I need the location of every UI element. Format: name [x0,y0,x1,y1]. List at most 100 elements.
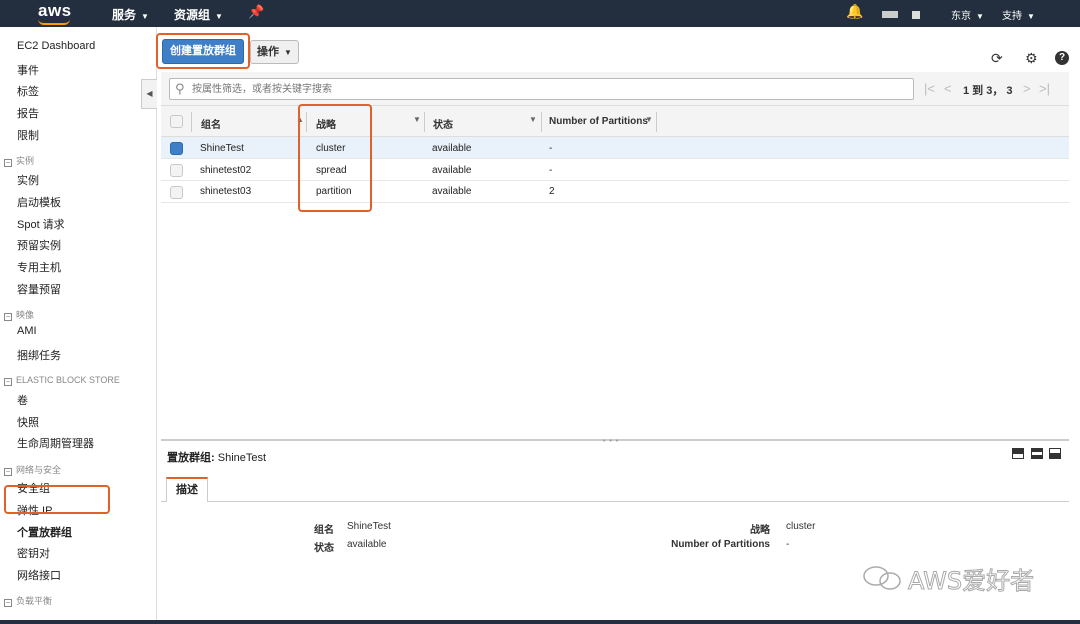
sidebar-item-lifecycle-manager[interactable]: 生命周期管理器 [17,435,94,451]
sidebar-item-events[interactable]: 事件 [17,62,39,78]
column-header-partitions[interactable]: Number of Partitions [549,116,648,127]
sidebar-item-volumes[interactable]: 卷 [17,392,28,408]
cell-partitions: - [549,165,553,176]
top-nav: aws 服务 ▼ 资源组 ▼ 📌 🔔 东京 ▼ 支持 ▼ [0,0,1080,27]
pane-middle-icon[interactable] [1031,448,1043,459]
cell-partitions: 2 [549,186,555,197]
row-checkbox[interactable] [170,142,183,155]
drag-handle-icon[interactable]: • • • [603,438,619,445]
row-checkbox[interactable] [170,164,183,177]
search-input[interactable] [192,82,892,97]
pane-top-icon[interactable] [1012,448,1024,459]
tab-bar [161,501,1069,502]
sidebar-item-limits[interactable]: 限制 [17,127,39,143]
actions-dropdown[interactable]: 操作 ▼ [250,40,299,64]
sidebar-item-bundle-tasks[interactable]: 捆绑任务 [17,347,61,363]
sidebar-item-network-interfaces[interactable]: 网络接口 [17,567,61,583]
aws-logo-smile [38,19,70,25]
column-separator [656,112,657,132]
sidebar-section-images[interactable]: − 映像 [4,308,34,321]
detail-name-label: 组名 [314,525,334,536]
sidebar-item-reports[interactable]: 报告 [17,105,39,121]
first-page-icon[interactable]: |< [924,81,935,96]
sidebar-item-tags[interactable]: 标签 [17,83,39,99]
highlight-box-strategy-column [298,104,372,212]
gear-icon[interactable]: ⚙ [1025,50,1038,67]
chevron-down-icon: ▼ [976,12,984,21]
create-placement-group-button[interactable]: 创建置放群组 [162,39,244,64]
region-menu[interactable]: 东京 ▼ [951,7,984,22]
detail-partitions-value: - [786,539,790,550]
sidebar-collapse-button[interactable]: ◀ [141,79,157,109]
chevron-down-icon: ▼ [1027,12,1035,21]
row-checkbox[interactable] [170,186,183,199]
column-header-name[interactable]: 组名 [201,116,221,131]
detail-title: 置放群组: ShineTest [167,452,267,464]
prev-page-icon[interactable]: < [944,81,952,96]
next-page-icon[interactable]: > [1023,81,1031,96]
services-menu[interactable]: 服务 ▼ [112,6,149,23]
sort-icon[interactable]: ▼ [529,115,537,124]
detail-name-value: ShineTest [347,521,391,532]
sidebar-item-ami[interactable]: AMI [17,325,37,337]
cell-state: available [432,143,472,154]
detail-strategy-label: 战略 [750,525,770,536]
detail-state-value: available [347,539,387,550]
sidebar-item-reserved-instances[interactable]: 预留实例 [17,237,61,253]
sidebar-item-dedicated-hosts[interactable]: 专用主机 [17,259,61,275]
last-page-icon[interactable]: >| [1039,81,1050,96]
sidebar-item-placement-groups[interactable]: 个置放群组 [17,524,72,540]
column-separator [541,112,542,132]
cell-partitions: - [549,143,553,154]
sidebar-section-load-balancing[interactable]: − 负载平衡 [4,594,52,607]
highlight-box-placement-groups [4,485,110,514]
chevron-down-icon: ▼ [284,48,292,57]
pane-bottom-icon[interactable] [1049,448,1061,459]
sidebar-item-snapshots[interactable]: 快照 [17,414,39,430]
support-menu[interactable]: 支持 ▼ [1002,7,1035,22]
search-field[interactable]: ⚲ [169,78,914,100]
collapse-icon: − [4,467,12,476]
sort-icon[interactable]: ▼ [413,115,421,124]
sidebar-item-instances[interactable]: 实例 [17,172,39,188]
column-separator [424,112,425,132]
bottom-strip [0,620,1080,624]
search-icon: ⚲ [175,81,185,96]
cell-state: available [432,165,472,176]
detail-partitions-label: Number of Partitions [671,539,770,550]
bell-icon[interactable]: 🔔 [846,3,863,20]
column-header-state[interactable]: 状态 [433,116,453,131]
resource-groups-menu[interactable]: 资源组 ▼ [174,6,223,23]
select-all-checkbox[interactable] [170,115,183,128]
sort-icon[interactable]: ▼ [645,115,653,124]
cell-name: shinetest02 [200,165,252,176]
column-separator [191,112,192,132]
chevron-left-icon: ◀ [146,89,153,98]
account-name-redacted[interactable] [882,11,898,18]
refresh-icon[interactable]: ⟳ [991,50,1003,67]
sidebar-section-ebs[interactable]: − ELASTIC BLOCK STORE [4,375,120,386]
collapse-icon: − [4,377,12,386]
sidebar-item-key-pairs[interactable]: 密钥对 [17,545,50,561]
cell-state: available [432,186,472,197]
cell-name: shinetest03 [200,186,252,197]
chevron-down-icon: ▼ [215,12,223,21]
cell-name: ShineTest [200,143,244,154]
collapse-icon: − [4,158,12,167]
pagination-text: 1 到 3， 3 [963,85,1013,97]
sidebar-section-network-security[interactable]: − 网络与安全 [4,463,61,476]
account-avatar-redacted[interactable] [912,11,920,19]
chevron-down-icon: ▼ [141,12,149,21]
watermark-text: AWS爱好者 [907,567,1035,596]
sidebar-item-launch-templates[interactable]: 启动模板 [17,194,61,210]
aws-logo[interactable]: aws [38,1,72,21]
sidebar-item-capacity-reservations[interactable]: 容量预留 [17,281,61,297]
sidebar-section-instances[interactable]: − 实例 [4,154,34,167]
sidebar-item-ec2-dashboard[interactable]: EC2 Dashboard [17,40,95,52]
detail-state-label: 状态 [314,543,334,554]
wechat-icon [863,566,901,590]
tab-description[interactable]: 描述 [166,477,208,502]
sidebar-item-spot-requests[interactable]: Spot 请求 [17,216,65,232]
help-icon[interactable]: ? [1055,51,1069,65]
pin-icon[interactable]: 📌 [248,4,264,20]
